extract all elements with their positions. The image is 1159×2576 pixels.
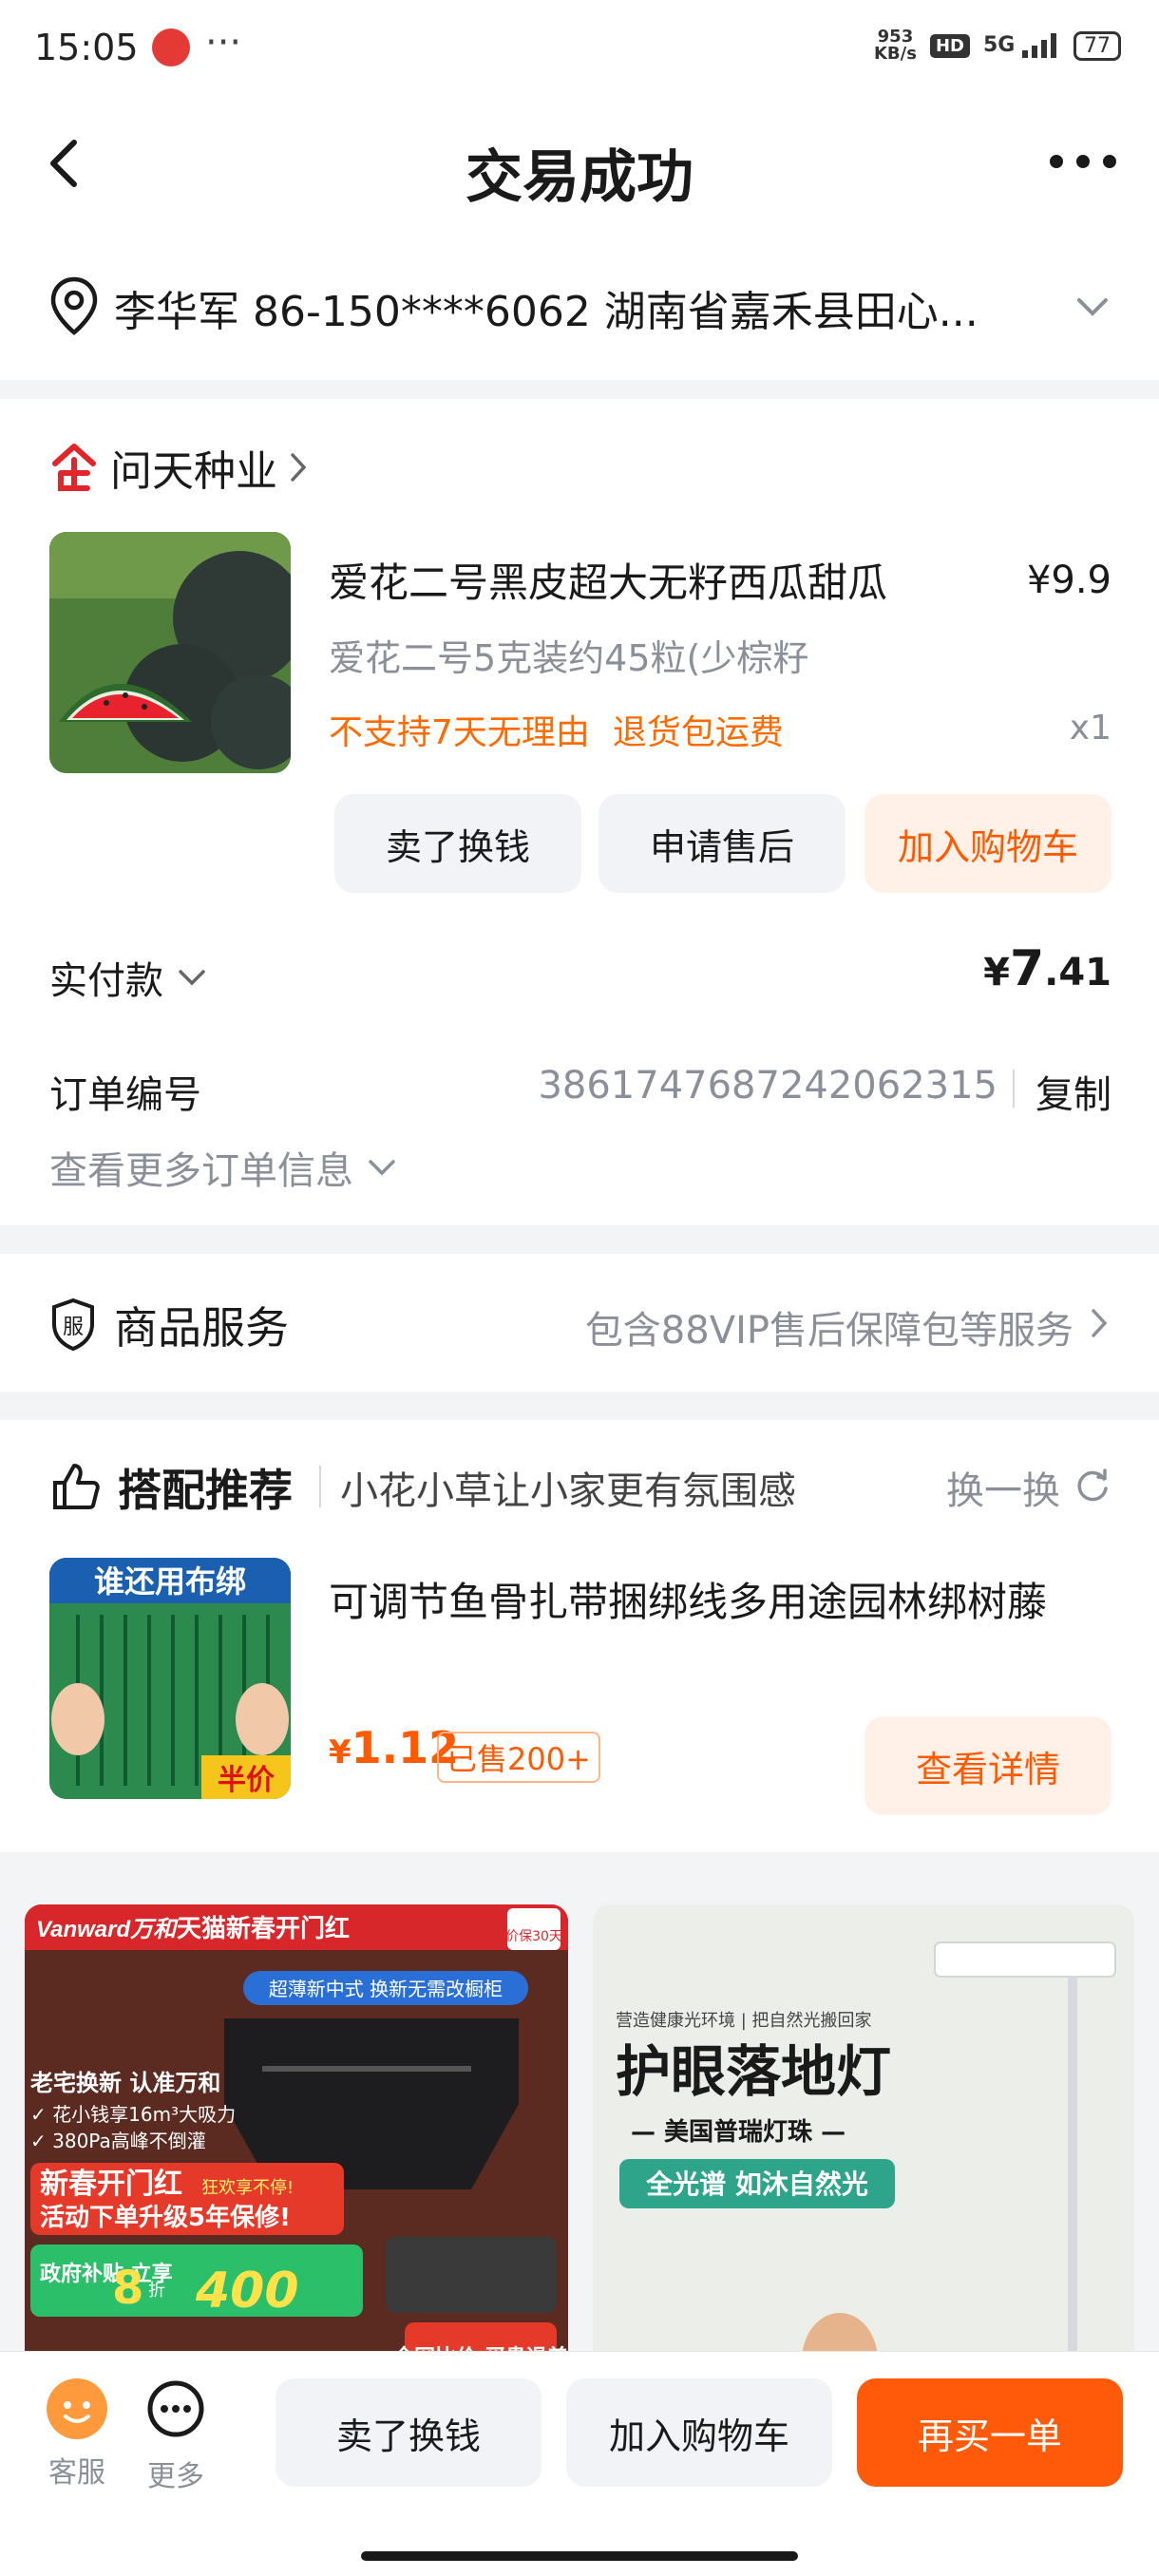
product-quantity: x1	[1069, 709, 1112, 748]
recommend-item-image[interactable]: 谁还用布绑 半价	[49, 1558, 291, 1799]
product-tags: 不支持7天无理由 退货包运费	[329, 705, 784, 754]
bottom-action-bar: 客服 更多 卖了换钱 加入购物车 再买一单	[0, 2351, 1159, 2576]
svg-text:8: 8	[112, 2262, 143, 2315]
svg-text:老宅换新 认准万和: 老宅换新 认准万和	[30, 2070, 220, 2096]
swap-button[interactable]: 换一换	[946, 1460, 1060, 1515]
sold-count-badge: 已售200+	[437, 1732, 600, 1783]
address-text: 李华军 86-150****6062 湖南省嘉禾县田心...	[114, 288, 978, 336]
svg-text:营造健康光环境 | 把自然光搬回家: 营造健康光环境 | 把自然光搬回家	[616, 2011, 872, 2031]
payment-label[interactable]: 实付款	[49, 950, 207, 1005]
svg-text:全光谱 如沐自然光: 全光谱 如沐自然光	[645, 2169, 868, 2200]
feed-card-floor-lamp[interactable]: 营造健康光环境 | 把自然光搬回家 护眼落地灯 — 美国普瑞灯珠 — 全光谱 如…	[593, 1904, 1134, 2398]
customer-service-icon	[47, 2378, 107, 2439]
product-price: ¥9.9	[1026, 559, 1112, 602]
svg-text:天猫新春开门红: 天猫新春开门红	[177, 1914, 350, 1943]
svg-text:狂欢享不停!: 狂欢享不停!	[201, 2178, 294, 2198]
order-card: 问天种业 爱花二号黑皮超大无籽西瓜甜瓜 ¥9.9 爱花二号5克装约45粒(少棕籽…	[0, 399, 1159, 1225]
bottom-sell-button[interactable]: 卖了换钱	[276, 2378, 542, 2487]
hd-icon: HD	[929, 33, 970, 58]
copy-button[interactable]: 复制	[1036, 1064, 1112, 1119]
more-dots-icon[interactable]	[1045, 142, 1121, 180]
page-title: 交易成功	[466, 144, 694, 211]
product-title[interactable]: 爱花二号黑皮超大无籽西瓜甜瓜	[329, 551, 937, 609]
recommend-item-name[interactable]: 可调节鱼骨扎带捆绑线多用途园林绑树藤	[329, 1570, 1117, 1628]
status-bar: 15:05 ··· 953 KB/s HD 5G 77	[0, 0, 1159, 95]
shield-icon: 服	[52, 1297, 94, 1351]
feed-card-range-hood[interactable]: Vanward万和 天猫新春开门红 价保30天 超薄新中式 换新无需改橱柜 老宅…	[25, 1904, 568, 2398]
sell-button[interactable]: 卖了换钱	[334, 794, 581, 893]
svg-text:半价: 半价	[218, 1764, 275, 1797]
svg-text:✓ 380Pa高峰不倒灌: ✓ 380Pa高峰不倒灌	[30, 2130, 206, 2152]
shop-name: 问天种业	[110, 447, 277, 496]
svg-text:服: 服	[63, 1316, 84, 1339]
svg-text:价保30天: 价保30天	[505, 1929, 562, 1944]
shop-logo-icon	[52, 444, 96, 491]
location-pin-icon	[50, 276, 98, 335]
signal-icon: 5G	[983, 33, 1060, 58]
svg-text:护眼落地灯: 护眼落地灯	[616, 2039, 891, 2104]
svg-text:— 美国普瑞灯珠 —: — 美国普瑞灯珠 —	[631, 2117, 846, 2147]
nav-header: 交易成功	[0, 95, 1159, 237]
svg-text:折: 折	[148, 2281, 165, 2301]
order-number-label: 订单编号	[49, 1073, 201, 1117]
more-order-info[interactable]: 查看更多订单信息	[49, 1140, 397, 1195]
more-button[interactable]: 更多	[142, 2378, 209, 2494]
shop-header[interactable]: 问天种业	[48, 437, 312, 498]
chevron-down-icon[interactable]	[1074, 293, 1112, 321]
tag-return-shipping: 退货包运费	[612, 713, 784, 752]
refresh-icon[interactable]	[1074, 1466, 1112, 1504]
status-indicators: 953 KB/s HD 5G 77	[874, 28, 1121, 63]
thumbs-up-icon	[53, 1464, 100, 1509]
svg-text:400: 400	[195, 2263, 299, 2320]
add-to-cart-button[interactable]: 加入购物车	[864, 794, 1112, 893]
svg-text:谁还用布绑: 谁还用布绑	[94, 1563, 246, 1600]
tag-no-return: 不支持7天无理由	[329, 713, 590, 752]
product-service-row[interactable]: 服 商品服务 包含88VIP售后保障包等服务	[0, 1254, 1159, 1392]
chevron-down-icon	[369, 1160, 395, 1176]
divider	[1013, 1070, 1015, 1108]
product-image[interactable]	[49, 532, 291, 773]
divider	[319, 1466, 321, 1507]
home-indicator[interactable]	[361, 2551, 798, 2561]
chevron-down-icon	[179, 970, 205, 986]
more-circle-icon	[147, 2380, 204, 2437]
shipping-address[interactable]: 李华军 86-150****6062 湖南省嘉禾县田心...	[0, 237, 1159, 380]
network-speed: 953 KB/s	[873, 27, 917, 64]
svg-text:新春开门红: 新春开门红	[40, 2168, 182, 2201]
payment-amount: ¥7.41	[983, 940, 1112, 997]
recommendation-section: 搭配推荐 小花小草让小家更有氛围感 换一换 谁还用布绑 半价 可调节鱼骨扎带捆绑…	[0, 1420, 1159, 1852]
app-notification-icon	[152, 28, 190, 66]
bottom-add-to-cart-button[interactable]: 加入购物车	[566, 2378, 832, 2487]
status-time: 15:05	[34, 27, 139, 68]
recommend-subtitle: 小花小草让小家更有氛围感	[340, 1469, 796, 1513]
recommend-title: 搭配推荐	[118, 1465, 293, 1516]
svg-text:✓ 花小钱享16m³大吸力: ✓ 花小钱享16m³大吸力	[30, 2103, 236, 2126]
svg-text:Vanward万和: Vanward万和	[36, 1917, 179, 1942]
chevron-right-icon	[1092, 1309, 1108, 1337]
battery-icon: 77	[1074, 30, 1121, 61]
svg-text:超薄新中式 换新无需改橱柜: 超薄新中式 换新无需改橱柜	[269, 1978, 503, 2000]
chevron-right-icon	[291, 453, 307, 482]
customer-service-button[interactable]: 客服	[44, 2378, 110, 2491]
service-desc: 包含88VIP售后保障包等服务	[584, 1309, 1074, 1353]
service-title: 商品服务	[114, 1302, 289, 1354]
svg-text:活动下单升级5年保修!: 活动下单升级5年保修!	[40, 2203, 291, 2232]
status-more-dots: ···	[205, 21, 242, 65]
product-spec: 爱花二号5克装约45粒(少棕籽	[329, 637, 809, 679]
order-number: 3861747687242062315	[538, 1064, 998, 1108]
view-details-button[interactable]: 查看详情	[864, 1716, 1112, 1815]
buy-again-button[interactable]: 再买一单	[857, 2378, 1123, 2487]
after-sales-button[interactable]: 申请售后	[598, 794, 846, 893]
